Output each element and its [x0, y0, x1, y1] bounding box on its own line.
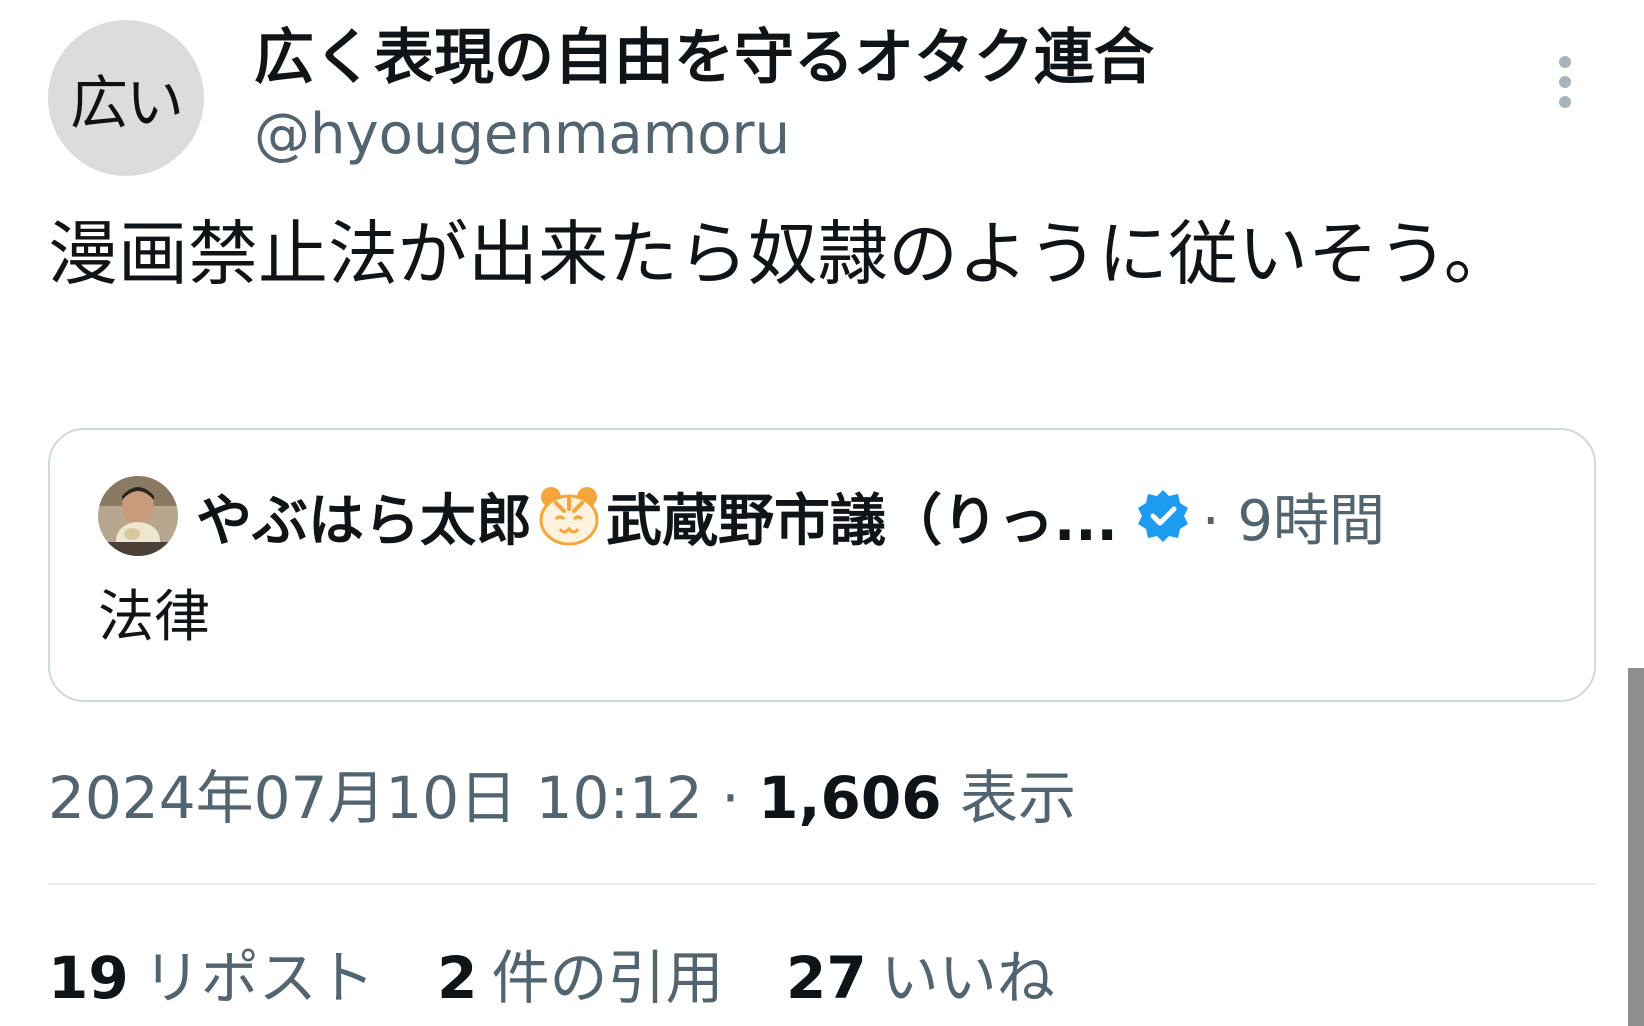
tiger-face-icon: [539, 487, 599, 546]
quotes-count: 2: [437, 944, 478, 1012]
more-options-button[interactable]: [1542, 50, 1588, 120]
quotes-label: 件の引用: [491, 944, 724, 1012]
likes-count: 27: [785, 944, 867, 1012]
tweet-meta: 2024年07月10日 10:12 · 1,606 表示: [48, 758, 1076, 838]
quoted-tweet-card[interactable]: やぶはら太郎 武蔵野市議（りっ... · 9時間 法律: [48, 428, 1596, 702]
quoted-author-photo: [98, 476, 178, 556]
reposts-count: 19: [48, 944, 129, 1012]
tweet-timestamp[interactable]: 2024年07月10日 10:12: [48, 764, 703, 832]
stats-divider: [48, 883, 1596, 885]
likes-stat[interactable]: 27 いいね: [786, 938, 1055, 1018]
quoted-tweet-text: 法律: [98, 585, 210, 650]
views-label: 表示: [960, 764, 1077, 832]
tweet-text: 漫画禁止法が出来たら奴隷のように従いそう。: [48, 213, 1514, 295]
views-count: 1,606: [758, 764, 942, 832]
author-avatar-text: 広い: [69, 69, 184, 137]
scrollbar-thumb[interactable]: [1628, 668, 1644, 1026]
quoted-author-name[interactable]: やぶはら太郎: [196, 476, 532, 557]
quoted-author-name-suffix[interactable]: 武蔵野市議（りっ...: [606, 476, 1118, 557]
quotes-stat[interactable]: 2 件の引用: [437, 938, 723, 1018]
reposts-label: リポスト: [142, 944, 375, 1012]
quoted-tweet-header: やぶはら太郎 武蔵野市議（りっ... · 9時間: [196, 474, 1385, 558]
verified-badge-icon: [1137, 490, 1188, 542]
engagement-stats: 19 リポスト 2 件の引用 27 いいね: [48, 938, 1099, 1018]
more-vertical-icon: [1559, 56, 1571, 108]
author-handle[interactable]: @hyougenmamoru: [254, 100, 790, 170]
quoted-tweet-time[interactable]: · 9時間: [1202, 476, 1385, 557]
author-avatar[interactable]: 広い: [48, 20, 204, 176]
likes-label: いいね: [880, 944, 1055, 1012]
quoted-author-avatar[interactable]: [98, 476, 178, 556]
reposts-stat[interactable]: 19 リポスト: [48, 938, 375, 1018]
author-display-name[interactable]: 広く表現の自由を守るオタク連合: [254, 22, 1154, 94]
meta-separator: ·: [721, 764, 740, 832]
